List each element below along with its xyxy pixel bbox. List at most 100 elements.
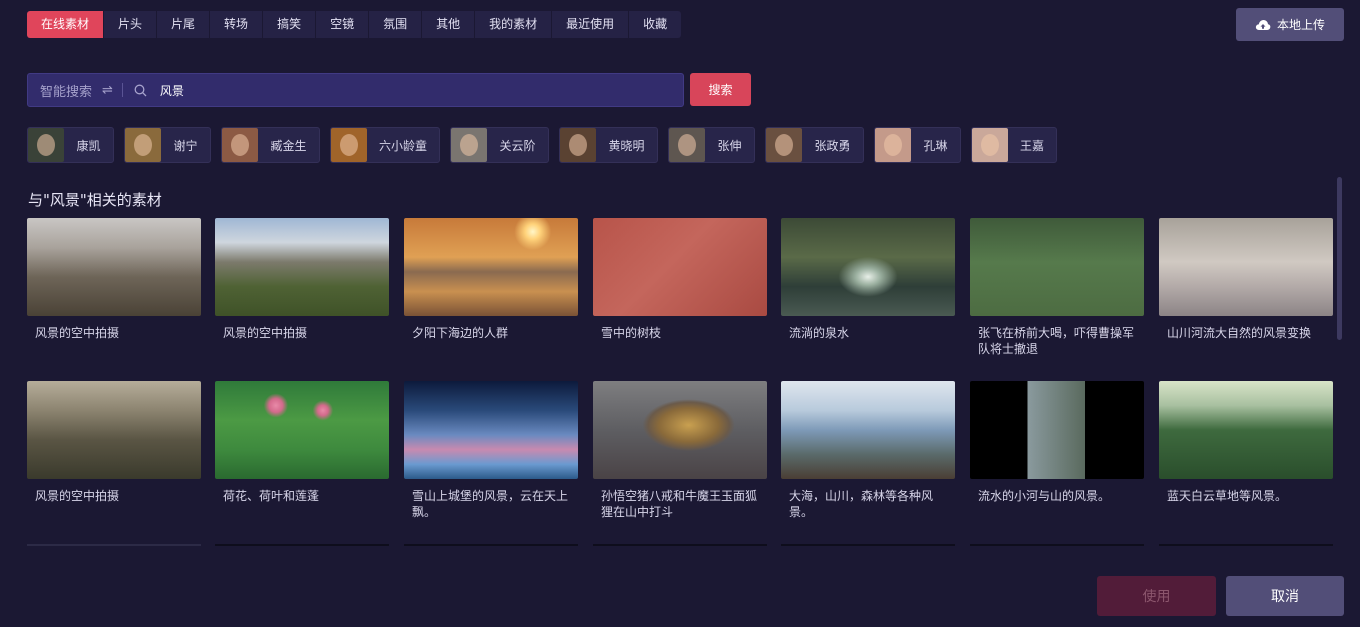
material-caption: 夕阳下海边的人群 xyxy=(412,326,509,340)
cloud-upload-icon xyxy=(1255,19,1271,30)
material-card[interactable]: 雪山上城堡的风景，云在天上飘。 xyxy=(404,381,578,520)
avatar xyxy=(331,128,367,162)
search-button[interactable]: 搜索 xyxy=(690,73,751,106)
cancel-button[interactable]: 取消 xyxy=(1226,576,1344,616)
material-card[interactable]: 山川河流大自然的风景变换 xyxy=(1159,218,1333,341)
person-chip[interactable]: 谢宁 xyxy=(124,127,211,163)
material-thumbnail xyxy=(781,218,955,316)
material-card[interactable]: 蓝天白云草地等风景。 xyxy=(1159,381,1333,504)
person-name: 臧金生 xyxy=(270,138,307,153)
person-chip[interactable]: 黄晓明 xyxy=(559,127,658,163)
tab-my-materials[interactable]: 我的素材 xyxy=(475,11,553,38)
material-card[interactable]: 张飞在桥前大喝，吓得曹操军队将士撤退 xyxy=(970,218,1144,357)
material-card[interactable]: 荷花、荷叶和莲蓬 xyxy=(215,381,389,504)
material-caption: 雪中的树枝 xyxy=(601,326,662,340)
material-thumbnail xyxy=(404,218,578,316)
person-name: 黄晓明 xyxy=(608,138,645,153)
tab-empty-shot[interactable]: 空镜 xyxy=(316,11,370,38)
person-name: 张伸 xyxy=(717,138,742,153)
avatar xyxy=(451,128,487,162)
material-caption: 雪山上城堡的风景，云在天上飘。 xyxy=(412,489,569,519)
avatar xyxy=(875,128,911,162)
tab-ending[interactable]: 片尾 xyxy=(157,11,211,38)
material-thumbnail xyxy=(27,218,201,316)
avatar xyxy=(972,128,1008,162)
person-chip[interactable]: 孔琳 xyxy=(874,127,961,163)
person-chip[interactable]: 关云阶 xyxy=(450,127,549,163)
person-chip[interactable]: 王嘉 xyxy=(971,127,1057,163)
person-name: 张政勇 xyxy=(814,138,851,153)
person-chip[interactable]: 康凯 xyxy=(27,127,114,163)
search-divider xyxy=(121,83,123,97)
material-card-placeholder xyxy=(215,544,389,546)
material-card-placeholder xyxy=(404,544,578,546)
person-chip[interactable]: 张政勇 xyxy=(765,127,864,163)
search-bar: 智能搜索 ⇌ xyxy=(27,73,684,107)
material-card-placeholder xyxy=(1159,544,1333,546)
material-card[interactable]: 孙悟空猪八戒和牛魔王玉面狐狸在山中打斗 xyxy=(593,381,767,520)
material-thumbnail xyxy=(1159,218,1333,316)
upload-label: 本地上传 xyxy=(1276,18,1325,32)
avatar xyxy=(125,128,161,162)
material-card-placeholder xyxy=(593,544,767,546)
tab-funny[interactable]: 搞笑 xyxy=(263,11,317,38)
material-card[interactable]: 流淌的泉水 xyxy=(781,218,955,341)
person-chip[interactable]: 臧金生 xyxy=(221,127,320,163)
material-caption: 山川河流大自然的风景变换 xyxy=(1167,326,1312,340)
category-tabs: 在线素材 片头 片尾 转场 搞笑 空镜 氛围 其他 我的素材 最近使用 收藏 xyxy=(27,11,682,38)
search-icon xyxy=(134,84,147,96)
results-scrollbar[interactable] xyxy=(1337,177,1342,340)
material-caption: 孙悟空猪八戒和牛魔王玉面狐狸在山中打斗 xyxy=(601,489,758,519)
avatar xyxy=(560,128,596,162)
person-name: 康凯 xyxy=(76,138,101,153)
material-card[interactable]: 雪中的树枝 xyxy=(593,218,767,341)
material-thumbnail xyxy=(593,381,767,479)
material-caption: 风景的空中拍摄 xyxy=(35,489,120,503)
results-section-title: 与"风景"相关的素材 xyxy=(28,191,162,209)
material-thumbnail xyxy=(781,381,955,479)
material-thumbnail xyxy=(215,381,389,479)
material-caption: 风景的空中拍摄 xyxy=(223,326,308,340)
material-caption: 风景的空中拍摄 xyxy=(35,326,120,340)
tab-recent[interactable]: 最近使用 xyxy=(552,11,630,38)
material-card[interactable]: 风景的空中拍摄 xyxy=(27,218,201,341)
use-button[interactable]: 使用 xyxy=(1097,576,1216,616)
person-chip[interactable]: 六小龄童 xyxy=(330,127,440,163)
material-card-placeholder xyxy=(27,544,201,546)
tab-favorites[interactable]: 收藏 xyxy=(629,11,681,38)
person-name: 六小龄童 xyxy=(378,138,427,153)
material-card[interactable]: 夕阳下海边的人群 xyxy=(404,218,578,341)
material-thumbnail xyxy=(970,381,1144,479)
tab-transition[interactable]: 转场 xyxy=(210,11,264,38)
material-card[interactable]: 流水的小河与山的风景。 xyxy=(970,381,1144,504)
material-caption: 流淌的泉水 xyxy=(789,326,850,340)
material-card[interactable]: 大海，山川，森林等各种风景。 xyxy=(781,381,955,520)
material-card[interactable]: 风景的空中拍摄 xyxy=(27,381,201,504)
tab-other[interactable]: 其他 xyxy=(422,11,476,38)
search-input[interactable] xyxy=(159,83,640,97)
material-caption: 荷花、荷叶和莲蓬 xyxy=(223,489,320,503)
avatar xyxy=(766,128,802,162)
material-caption: 流水的小河与山的风景。 xyxy=(978,489,1111,503)
person-name: 谢宁 xyxy=(173,138,198,153)
material-thumbnail xyxy=(593,218,767,316)
swap-icon[interactable]: ⇌ xyxy=(102,83,113,98)
tab-online-materials[interactable]: 在线素材 xyxy=(27,11,105,38)
person-name: 关云阶 xyxy=(499,138,536,153)
tab-opening[interactable]: 片头 xyxy=(104,11,158,38)
material-thumbnail xyxy=(404,381,578,479)
avatar xyxy=(28,128,64,162)
material-caption: 蓝天白云草地等风景。 xyxy=(1167,489,1288,503)
material-thumbnail xyxy=(1159,381,1333,479)
material-card-placeholder xyxy=(970,544,1144,546)
avatar xyxy=(222,128,258,162)
material-card-placeholder xyxy=(781,544,955,546)
local-upload-button[interactable]: 本地上传 xyxy=(1236,8,1344,41)
smart-search-mode[interactable]: 智能搜索 xyxy=(40,81,92,100)
tab-atmosphere[interactable]: 氛围 xyxy=(369,11,423,38)
person-chip[interactable]: 张伸 xyxy=(668,127,755,163)
material-caption: 张飞在桥前大喝，吓得曹操军队将士撤退 xyxy=(978,326,1135,356)
material-thumbnail xyxy=(215,218,389,316)
person-name: 孔琳 xyxy=(923,138,948,153)
material-card[interactable]: 风景的空中拍摄 xyxy=(215,218,389,341)
